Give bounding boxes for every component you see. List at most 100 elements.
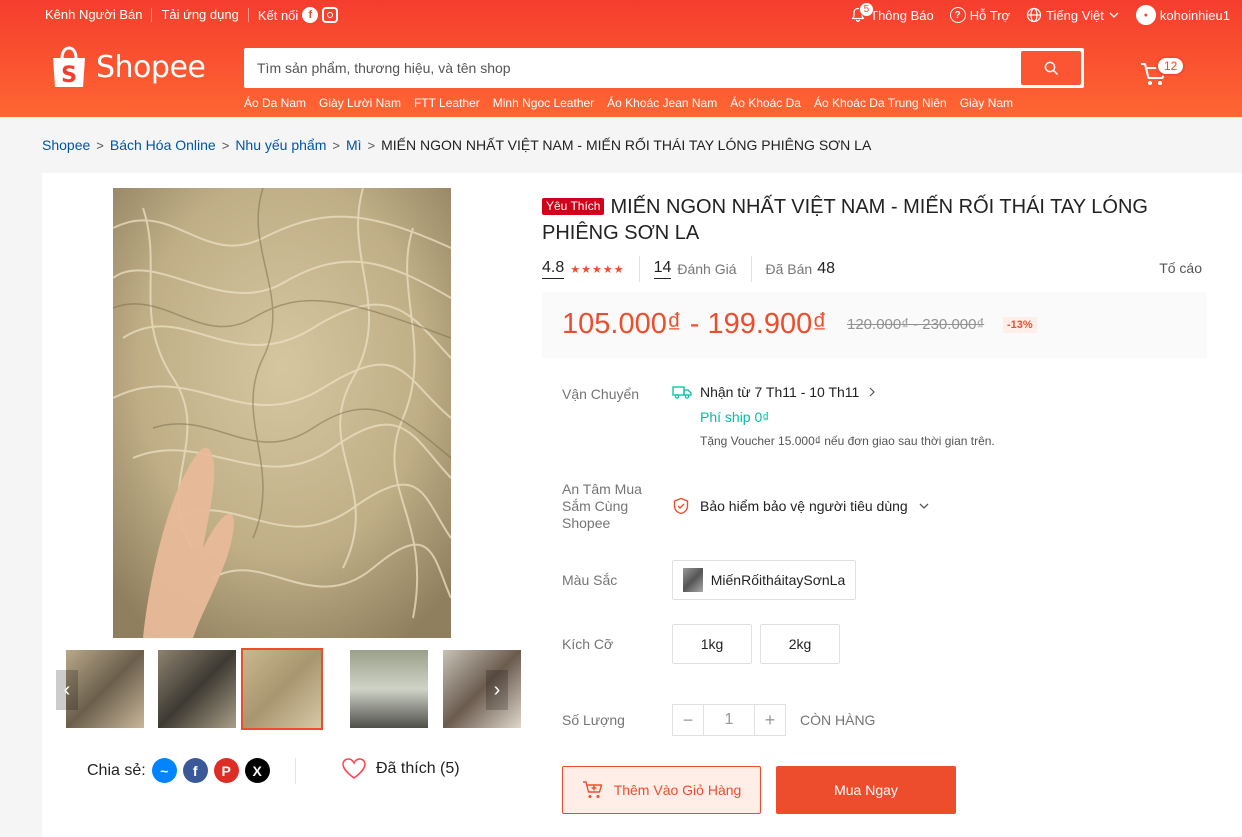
breadcrumb: Shopee > Bách Hóa Online > Nhu yếu phẩm …	[42, 137, 871, 153]
search-suggestions: Áo Da Nam Giày Lười Nam FTT Leather Minh…	[244, 96, 1013, 110]
download-app-link[interactable]: Tải ứng dụng	[152, 8, 249, 22]
suggestion-link[interactable]: Giày Lười Nam	[319, 96, 401, 110]
size-option-label: 1kg	[700, 636, 724, 652]
messenger-icon[interactable]: ~	[151, 758, 177, 783]
sold-count: 48	[817, 260, 836, 277]
bell-icon: 5	[850, 2, 875, 23]
product-thumbnail[interactable]	[156, 648, 238, 730]
breadcrumb-link[interactable]: Bách Hóa Online	[110, 137, 216, 153]
search-icon	[1044, 61, 1058, 75]
divider	[638, 256, 640, 282]
quantity-stepper: − 1 +	[672, 704, 786, 736]
search-input[interactable]	[247, 51, 1021, 85]
instagram-icon[interactable]	[322, 7, 339, 23]
chevron-down-icon	[1109, 12, 1119, 18]
shipping-fee: Phí ship 0₫	[700, 409, 770, 425]
truck-icon	[672, 386, 692, 399]
star-rating-icon: ★★★★★	[570, 263, 625, 276]
search-button[interactable]	[1021, 51, 1081, 85]
notifications-link[interactable]: 5 Thông Báo	[850, 2, 934, 23]
facebook-icon[interactable]: f	[302, 7, 319, 23]
product-thumbnail[interactable]	[441, 648, 523, 730]
price-box: 105.000₫ - 199.900₫ 120.000₫ - 230.000₫ …	[542, 292, 1207, 358]
quantity-input[interactable]: 1	[704, 704, 754, 736]
color-option-thumbnail	[682, 568, 703, 592]
chevron-right-icon: >	[367, 137, 376, 153]
suggestion-link[interactable]: Áo Da Nam	[244, 96, 306, 110]
quantity-decrease-button[interactable]: −	[672, 704, 704, 736]
shopee-logo[interactable]: S Shopee	[50, 45, 206, 89]
pinterest-icon[interactable]: P	[213, 758, 239, 783]
add-to-cart-label: Thêm Vào Giỏ Hàng	[613, 782, 742, 798]
carousel-prev-button[interactable]: ‹	[56, 670, 78, 710]
report-link[interactable]: Tố cáo	[1159, 260, 1202, 276]
shipping-info[interactable]: Nhận từ 7 Th11 - 10 Th11	[672, 384, 877, 400]
breadcrumb-link[interactable]: Mì	[346, 137, 362, 153]
guarantee-dropdown[interactable]: Bảo hiểm bảo vệ người tiêu dùng	[672, 497, 930, 515]
add-to-cart-button[interactable]: Thêm Vào Giỏ Hàng	[562, 766, 761, 814]
header: Kênh Người Bán Tải ứng dụng Kết nối f 5 …	[0, 0, 1242, 117]
carousel-next-button[interactable]: ›	[486, 670, 508, 710]
breadcrumb-link[interactable]: Shopee	[42, 137, 90, 153]
seller-center-link[interactable]: Kênh Người Bán	[45, 8, 153, 22]
divider	[295, 758, 296, 784]
chevron-right-icon: >	[332, 137, 340, 153]
shopee-bag-icon: S	[53, 46, 85, 88]
sold-label: Đã Bán	[765, 261, 813, 277]
quantity-increase-button[interactable]: +	[754, 704, 786, 736]
search-bar	[244, 48, 1084, 88]
chevron-right-icon: >	[96, 137, 104, 153]
notifications-badge: 5	[858, 2, 875, 17]
color-option-label: MiếnRốitháitaySơnLa	[710, 572, 846, 588]
divider	[750, 256, 752, 282]
guarantee-text: Bảo hiểm bảo vệ người tiêu dùng	[700, 498, 908, 514]
suggestion-link[interactable]: Minh Ngoc Leather	[493, 96, 594, 110]
chevron-right-icon: >	[221, 137, 230, 153]
suggestion-link[interactable]: Áo Khoác Da Trung Niên	[814, 96, 947, 110]
breadcrumb-current: MIẾN NGON NHẤT VIỆT NAM - MIẾN RỐI THÁI …	[381, 137, 872, 153]
suggestion-link[interactable]: Giày Nam	[960, 96, 1013, 110]
suggestion-link[interactable]: FTT Leather	[414, 96, 480, 110]
x-twitter-icon[interactable]: X	[244, 758, 270, 783]
shipping-receive: Nhận từ 7 Th11 - 10 Th11	[700, 384, 860, 400]
cart-count-badge: 12	[1156, 56, 1186, 76]
buy-now-label: Mua Ngay	[834, 782, 898, 798]
globe-icon	[1026, 7, 1042, 23]
account-menu[interactable]: ● kohoinhieu1	[1135, 5, 1230, 25]
connect-group: Kết nối f	[249, 7, 339, 23]
product-thumbnail[interactable]	[241, 648, 323, 730]
size-option-2kg[interactable]: 2kg	[760, 624, 840, 664]
help-link[interactable]: ? Hỗ Trợ	[949, 7, 1011, 23]
share-label: Chia sẻ:	[87, 761, 146, 779]
quantity-label: Số Lượng	[562, 712, 625, 728]
like-button[interactable]: Đã thích (5)	[342, 758, 460, 780]
shield-icon	[673, 497, 689, 515]
buy-now-button[interactable]: Mua Ngay	[776, 766, 956, 814]
shipping-label: Vận Chuyển	[562, 386, 640, 402]
liked-count: Đã thích (5)	[376, 760, 460, 777]
color-label: Màu Sắc	[562, 572, 618, 588]
chevron-right-icon	[869, 387, 876, 397]
language-selector[interactable]: Tiếng Việt	[1026, 7, 1120, 23]
price-original: 120.000₫ - 230.000₫	[847, 316, 985, 333]
product-main-image[interactable]	[113, 188, 451, 638]
help-label: Hỗ Trợ	[969, 7, 1011, 23]
logo-text: Shopee	[96, 49, 206, 85]
breadcrumb-link[interactable]: Nhu yếu phẩm	[235, 137, 326, 153]
reviews-count[interactable]: 14	[653, 259, 672, 279]
language-label: Tiếng Việt	[1046, 7, 1104, 23]
suggestion-link[interactable]: Áo Khoác Da	[730, 96, 801, 110]
size-option-1kg[interactable]: 1kg	[672, 624, 752, 664]
product-thumbnail[interactable]	[348, 648, 430, 730]
connect-label: Kết nối	[257, 7, 299, 23]
shipping-note: Tặng Voucher 15.000₫ nếu đơn giao sau th…	[700, 434, 995, 448]
facebook-share-icon[interactable]: f	[182, 758, 208, 783]
help-icon: ?	[949, 7, 966, 23]
suggestion-link[interactable]: Áo Khoác Jean Nam	[607, 96, 717, 110]
avatar: ●	[1135, 5, 1156, 25]
notifications-label: Thông Báo	[870, 7, 934, 23]
rating-value[interactable]: 4.8	[542, 259, 565, 279]
color-option[interactable]: MiếnRốitháitaySơnLa	[672, 560, 856, 600]
topbar: Kênh Người Bán Tải ứng dụng Kết nối f 5 …	[0, 0, 1242, 30]
chevron-down-icon	[919, 503, 929, 509]
